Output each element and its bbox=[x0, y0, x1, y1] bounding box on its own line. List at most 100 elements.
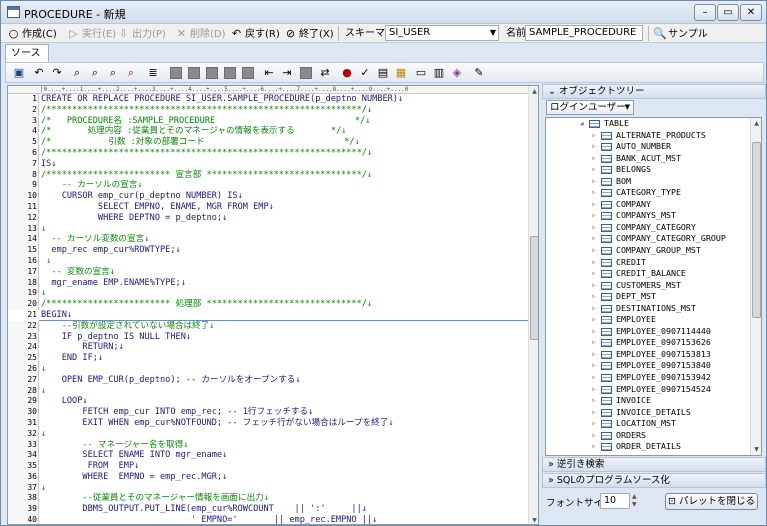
code-line[interactable]: 8 /************************ 宣言部 *********… bbox=[8, 170, 528, 181]
bookmark-icon[interactable]: ⇄ bbox=[318, 66, 332, 80]
code-line[interactable]: 19 ↓ bbox=[8, 288, 528, 299]
tree-item-table[interactable]: ▷ CREDIT_BALANCE bbox=[546, 268, 761, 280]
expand-icon[interactable]: ▷ bbox=[592, 418, 596, 430]
window-icon[interactable]: ▭ bbox=[414, 66, 428, 80]
code-line[interactable]: 33 -- マネージャー名を取得↓ bbox=[8, 440, 528, 451]
outdent-icon[interactable]: ⇥ bbox=[280, 66, 294, 80]
tree-item-table[interactable]: ▷ INVOICE bbox=[546, 395, 761, 407]
reverse-search-header[interactable]: » 逆引き検索 bbox=[542, 457, 766, 472]
uncomment-icon[interactable] bbox=[206, 67, 218, 79]
tree-item-table[interactable]: ▷ COMPANY_GROUP_MST bbox=[546, 245, 761, 257]
code-line[interactable]: 17 -- 変数の宣言↓ bbox=[8, 267, 528, 278]
find-icon[interactable]: ⌕ bbox=[70, 66, 84, 80]
code-line[interactable]: 5 /* 引数 :対象の部署コード */↓ bbox=[8, 137, 528, 148]
tree-item-table[interactable]: ▷ PAY... bbox=[546, 453, 761, 455]
code-line[interactable]: 22 --引数が設定されていない場合は終了↓ bbox=[8, 321, 528, 332]
editor-scrollbar[interactable]: ▲ ▼ bbox=[528, 86, 538, 524]
code-line[interactable]: 34 SELECT ENAME INTO mgr_ename↓ bbox=[8, 450, 528, 461]
name-field[interactable]: SAMPLE_PROCEDURE bbox=[525, 25, 643, 41]
maximize-button[interactable]: ▭ bbox=[717, 4, 739, 21]
tree-item-table[interactable]: ▷ CREDIT bbox=[546, 257, 761, 269]
tree-item-table[interactable]: ▷ COMPANY_CATEGORY_GROUP bbox=[546, 233, 761, 245]
code-line[interactable]: 21 BEGIN↓ bbox=[8, 309, 528, 321]
delete-button[interactable]: ✕ 削除(D) bbox=[175, 26, 226, 41]
expand-icon[interactable]: ▷ bbox=[592, 349, 596, 361]
compile-icon[interactable]: ▤ bbox=[376, 66, 390, 80]
scroll-thumb[interactable] bbox=[530, 236, 538, 340]
expand-icon[interactable]: ▷ bbox=[592, 130, 596, 142]
expand-icon[interactable]: ▷ bbox=[592, 222, 596, 234]
object-tree-header[interactable]: ⌄ オブジェクトツリー bbox=[542, 84, 766, 99]
tree-item-table[interactable]: ▷ LOCATION_MST bbox=[546, 418, 761, 430]
tree-item-table[interactable]: ▷ INVOICE_DETAILS bbox=[546, 407, 761, 419]
tree-root-table[interactable]: ◢ TABLE bbox=[546, 118, 761, 130]
code-line[interactable]: 39 DBMS_OUTPUT.PUT_LINE(emp_cur%ROWCOUNT… bbox=[8, 504, 528, 515]
code-line[interactable]: 4 /* 処理内容 :従業員とそのマネージャの情報を表示する */↓ bbox=[8, 126, 528, 137]
wrap-icon[interactable] bbox=[300, 67, 312, 79]
tree-item-table[interactable]: ▷ CUSTOMERS_MST bbox=[546, 280, 761, 292]
tree-scrollbar[interactable]: ▲ ▼ bbox=[750, 118, 761, 455]
sample-button[interactable]: 🔍サンプル bbox=[653, 26, 708, 41]
expand-icon[interactable]: ▷ bbox=[592, 176, 596, 188]
create-button[interactable]: ○ 作成(C) bbox=[7, 26, 57, 41]
code-line[interactable]: 1 CREATE OR REPLACE PROCEDURE SI_USER.SAM… bbox=[8, 94, 528, 105]
run-button[interactable]: ▷ 実行(E) bbox=[67, 26, 116, 41]
expand-icon[interactable]: ▷ bbox=[592, 268, 596, 280]
code-line[interactable]: 16 ↓ bbox=[8, 256, 528, 267]
tree-item-table[interactable]: ▷ DESTINATIONS_MST bbox=[546, 303, 761, 315]
scroll-down-icon[interactable]: ▼ bbox=[529, 515, 538, 524]
font-size-spinner[interactable]: ▲ ▼ bbox=[632, 493, 640, 509]
tree-item-table[interactable]: ▷ ORDER_DETAILS bbox=[546, 441, 761, 453]
comment-icon[interactable] bbox=[188, 67, 200, 79]
schema-select[interactable]: SI_USER ▼ bbox=[385, 25, 499, 41]
tree-item-table[interactable]: ▷ EMPLOYEE bbox=[546, 314, 761, 326]
tree-item-table[interactable]: ▷ EMPLOYEE_0907153626 bbox=[546, 337, 761, 349]
expand-icon[interactable]: ▷ bbox=[592, 280, 596, 292]
back-button[interactable]: ↶ 戻す(R) bbox=[230, 26, 280, 41]
object-tree[interactable]: ◢ TABLE ▷ ALTERNATE_PRODUCTS ▷ AUTO_NUMBER ▷ BA… bbox=[545, 117, 762, 456]
code-line[interactable]: 10 CURSOR emp_cur(p_deptno NUMBER) IS↓ bbox=[8, 191, 528, 202]
tree-item-table[interactable]: ▷ BANK_ACUT_MST bbox=[546, 153, 761, 165]
save-icon[interactable]: ▣ bbox=[12, 66, 26, 80]
close-palette-button[interactable]: ⊡ パレットを閉じる bbox=[665, 493, 758, 510]
expand-icon[interactable]: ▷ bbox=[592, 430, 596, 442]
code-line[interactable]: 35 FROM EMP↓ bbox=[8, 461, 528, 472]
expand-icon[interactable]: ▷ bbox=[592, 314, 596, 326]
folder-icon[interactable]: ▦ bbox=[394, 66, 408, 80]
minimize-button[interactable]: – bbox=[694, 4, 716, 21]
expand-icon[interactable]: ▷ bbox=[592, 337, 596, 349]
code-line[interactable]: 27 OPEN EMP_CUR(p_deptno); -- カーソルをオープンす… bbox=[8, 375, 528, 386]
panel-icon[interactable]: ▥ bbox=[432, 66, 446, 80]
tree-item-table[interactable]: ▷ BELONGS bbox=[546, 164, 761, 176]
spin-up-icon[interactable]: ▲ bbox=[632, 493, 640, 501]
code-line[interactable]: 23 IF p_deptno IS NULL THEN↓ bbox=[8, 332, 528, 343]
tree-item-table[interactable]: ▷ DEPT_MST bbox=[546, 291, 761, 303]
close-window-button[interactable]: ✕ bbox=[740, 4, 762, 21]
code-line[interactable]: 37 ↓ bbox=[8, 483, 528, 494]
expand-icon[interactable]: ▷ bbox=[592, 245, 596, 257]
expand-icon[interactable]: ▷ bbox=[592, 326, 596, 338]
tree-item-table[interactable]: ▷ AUTO_NUMBER bbox=[546, 141, 761, 153]
expand-icon[interactable]: ▷ bbox=[592, 360, 596, 372]
code-area[interactable]: 1 CREATE OR REPLACE PROCEDURE SI_USER.SAM… bbox=[8, 94, 528, 524]
tree-item-table[interactable]: ▷ EMPLOYEE_0907153813 bbox=[546, 349, 761, 361]
spin-down-icon[interactable]: ▼ bbox=[632, 501, 640, 509]
expand-icon[interactable]: ▷ bbox=[592, 199, 596, 211]
find-next-icon[interactable]: ⌕ bbox=[88, 66, 102, 80]
record-icon[interactable]: ● bbox=[340, 66, 354, 80]
sql-convert-header[interactable]: » SQLのプログラムソース化 bbox=[542, 473, 766, 488]
tree-item-table[interactable]: ▷ ORDERS bbox=[546, 430, 761, 442]
expand-icon[interactable]: ▷ bbox=[592, 303, 596, 315]
code-line[interactable]: 13 ↓ bbox=[8, 224, 528, 235]
tab-source[interactable]: ソース bbox=[5, 44, 49, 63]
expand-icon[interactable]: ▷ bbox=[592, 407, 596, 419]
expand-icon[interactable]: ▷ bbox=[592, 164, 596, 176]
code-line[interactable]: 11 SELECT EMPNO, ENAME, MGR FROM EMP↓ bbox=[8, 202, 528, 213]
scroll-down-icon[interactable]: ▼ bbox=[751, 444, 761, 455]
expand-icon[interactable]: ▷ bbox=[592, 210, 596, 222]
expand-icon[interactable]: ▷ bbox=[592, 187, 596, 199]
tree-item-table[interactable]: ▷ CATEGORY_TYPE bbox=[546, 187, 761, 199]
code-line[interactable]: 6 /**************************************… bbox=[8, 148, 528, 159]
expand-icon[interactable]: ▷ bbox=[592, 384, 596, 396]
goto-line-icon[interactable]: ≣ bbox=[146, 66, 160, 80]
